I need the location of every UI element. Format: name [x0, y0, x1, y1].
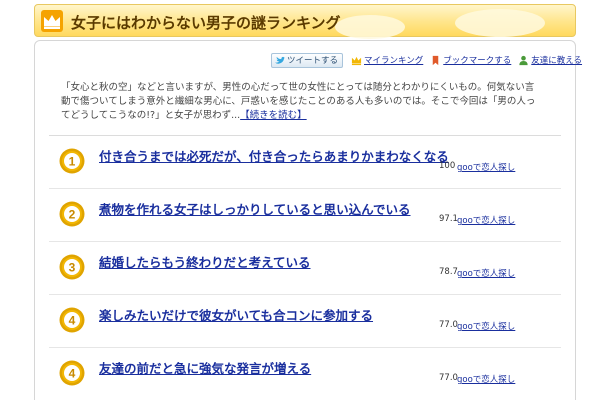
rank-medal-icon: 3 [59, 254, 85, 280]
my-ranking-link[interactable]: マイランキング [351, 54, 423, 66]
tweet-label: ツイートする [287, 56, 339, 66]
cloud-decoration [455, 9, 545, 37]
goo-dating-link[interactable]: gooで恋人探し [457, 267, 515, 279]
goo-dating-link[interactable]: gooで恋人探し [457, 214, 515, 226]
ranking-title-link[interactable]: 煮物を作れる女子はしっかりしていると思い込んでいる [99, 199, 411, 218]
ranking-score: 97.1 [439, 214, 458, 224]
rank-number: 2 [69, 208, 76, 222]
ranking-row: 1 付き合うまでは必死だが、付き合ったらあまりかまわなくなる 100 gooで恋… [49, 135, 561, 188]
ranking-title-link[interactable]: 楽しみたいだけで彼女がいても合コンに参加する [99, 305, 373, 324]
rank-medal-icon: 1 [59, 148, 85, 174]
my-ranking-label: マイランキング [364, 56, 424, 66]
goo-dating-link[interactable]: gooで恋人探し [457, 373, 515, 385]
rank-number: 1 [69, 155, 76, 169]
goo-dating-link[interactable]: gooで恋人探し [457, 320, 515, 332]
rank-medal-icon: 4 [59, 307, 85, 333]
ranking-title-link[interactable]: 結婚したらもう終わりだと考えている [99, 252, 311, 271]
cloud-decoration [335, 15, 405, 39]
goo-dating-link[interactable]: gooで恋人探し [457, 161, 515, 173]
twitter-bird-icon [274, 56, 285, 64]
ranking-score: 100 [439, 161, 456, 171]
ranking-title-link[interactable]: 友達の前だと急に強気な発言が増える [99, 358, 311, 377]
ranking-header: 女子にはわからない男子の謎ランキング [34, 4, 576, 39]
ranking-score: 77.0 [439, 320, 458, 330]
tell-friend-link[interactable]: 友達に教える [518, 54, 582, 66]
ranking-score: 77.0 [439, 373, 458, 383]
ranking-title-link[interactable]: 付き合うまでは必死だが、付き合ったらあまりかまわなくなる [99, 146, 449, 165]
intro-text: 「女心と秋の空」などと言いますが、男性の心だって世の女性にとっては随分とわかりに… [61, 81, 541, 123]
ranking-panel: ツイートする マイランキング ブックマークする 友達に教える 「女心と秋の空」な… [34, 40, 582, 400]
ranking-score: 78.7 [439, 267, 458, 277]
bookmark-label: ブックマークする [443, 56, 512, 66]
ranking-row: 3 結婚したらもう終わりだと考えている 78.7 gooで恋人探し [49, 241, 561, 294]
bookmark-link[interactable]: ブックマークする [430, 54, 511, 66]
tweet-button[interactable]: ツイートする [271, 52, 344, 68]
rank-medal-icon: 4 [59, 360, 85, 386]
rank-number: 4 [69, 314, 76, 328]
page-title: 女子にはわからない男子の謎ランキング [71, 14, 341, 32]
ranking-row: 4 楽しみたいだけで彼女がいても合コンに参加する 77.0 gooで恋人探し [49, 294, 561, 347]
rank-number: 4 [69, 367, 76, 381]
share-toolbar: ツイートする マイランキング ブックマークする 友達に教える [271, 52, 589, 68]
tell-friend-label: 友達に教える [531, 56, 583, 66]
crown-icon [41, 10, 63, 32]
person-icon [519, 55, 528, 65]
ranking-list: 1 付き合うまでは必死だが、付き合ったらあまりかまわなくなる 100 gooで恋… [49, 135, 561, 400]
rank-medal-icon: 2 [59, 201, 85, 227]
ranking-row: 2 煮物を作れる女子はしっかりしていると思い込んでいる 97.1 gooで恋人探… [49, 188, 561, 241]
rank-number: 3 [69, 261, 76, 275]
bookmark-icon [433, 55, 439, 65]
crown-icon [351, 56, 362, 65]
ranking-row: 4 友達の前だと急に強気な発言が増える 77.0 gooで恋人探し [49, 347, 561, 400]
read-more-link[interactable]: 【続きを読む】 [240, 110, 307, 121]
